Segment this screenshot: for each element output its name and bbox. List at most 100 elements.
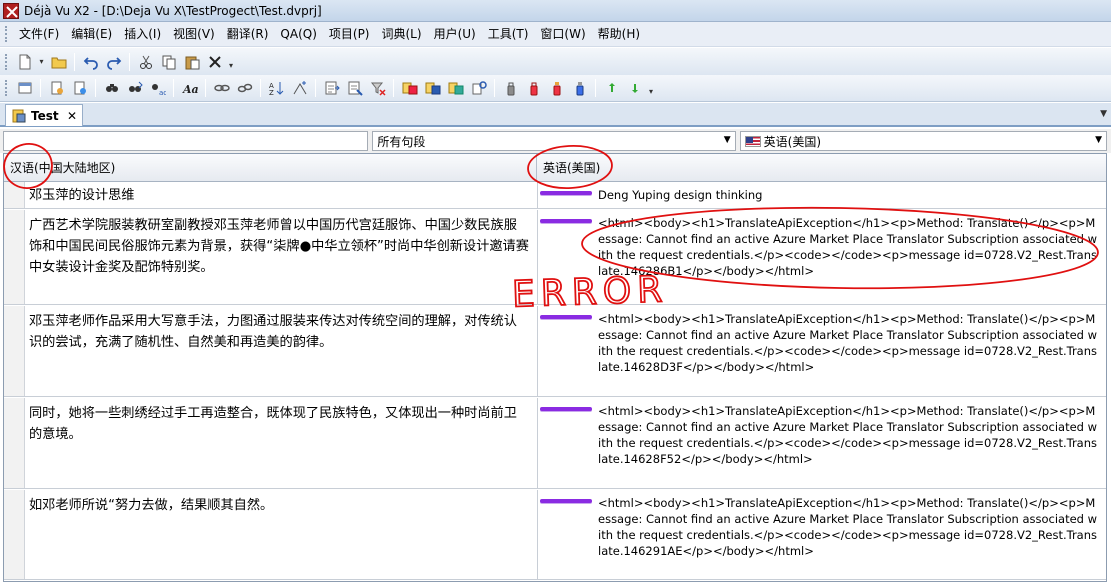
project-properties-icon[interactable] [15,78,35,98]
project-file-icon [11,108,27,124]
row-gutter[interactable] [4,306,25,396]
row-gutter[interactable] [4,490,25,579]
source-cell[interactable]: 广西艺术学院服装教研室副教授邓玉萍老师曾以中国历代宫廷服饰、中国少数民族服饰和中… [29,215,529,278]
toolbar-grip[interactable] [5,80,9,96]
toolbar-separator [393,79,394,97]
find-icon[interactable] [102,78,122,98]
unlock-all-icon[interactable] [570,78,590,98]
toolbar-overflow-icon[interactable]: ▾ [226,52,236,72]
menu-project[interactable]: 项目(P) [323,24,376,44]
segment-status-bar [540,315,592,319]
assemble-icon[interactable] [423,78,443,98]
source-cell[interactable]: 邓玉萍老师作品采用大写意手法，力图通过服装来传达对传统空间的理解，对传统认识的尝… [29,311,529,353]
import-icon[interactable] [47,78,67,98]
menu-edit[interactable]: 编辑(E) [65,24,118,44]
clear-filter-icon[interactable] [368,78,388,98]
svg-text:ac: ac [159,89,166,96]
unlock-icon[interactable] [547,78,567,98]
toolbar-separator [74,52,75,71]
translation-grid: 汉语(中国大陆地区) 英语(美国) 邓玉萍的设计思维 Deng Yuping d… [3,153,1107,582]
chevron-down-icon: ▼ [723,135,731,145]
toolbar-grip[interactable] [5,53,9,70]
lock-icon[interactable] [501,78,521,98]
menu-tools[interactable]: 工具(T) [482,24,535,44]
segment-row[interactable]: 广西艺术学院服装教研室副教授邓玉萍老师曾以中国历代宫廷服饰、中国少数民族服饰和中… [4,210,1106,305]
scan-icon[interactable] [469,78,489,98]
redo-icon[interactable] [104,52,124,72]
undo-icon[interactable] [81,52,101,72]
new-file-icon[interactable] [15,52,35,72]
paste-icon[interactable] [182,52,202,72]
segment-row[interactable]: 如邓老师所说“努力去做，结果顺其自然。 <html><body><h1>Tran… [4,490,1106,580]
close-icon[interactable]: ✕ [67,109,77,123]
link-icon[interactable] [212,78,232,98]
segment-status-bar [540,407,592,411]
cut-icon[interactable] [136,52,156,72]
font-icon[interactable]: Aa [180,78,200,98]
menu-qa[interactable]: QA(Q) [274,24,322,44]
unlink-icon[interactable] [235,78,255,98]
tab-test[interactable]: Test ✕ [5,104,83,126]
row-gutter[interactable] [4,182,25,208]
segment-filter-value: 所有句段 [377,134,426,149]
source-cell[interactable]: 如邓老师所说“努力去做，结果顺其自然。 [29,495,529,516]
segment-row[interactable]: 邓玉萍的设计思维 Deng Yuping design thinking [4,182,1106,209]
replace-icon[interactable]: ac [148,78,168,98]
export-icon[interactable] [70,78,90,98]
toolbar-separator [260,79,261,97]
column-divider [537,210,538,304]
open-folder-icon[interactable] [49,52,69,72]
menu-insert[interactable]: 插入(I) [118,24,167,44]
tab-list-dropdown-icon[interactable]: ▼ [1100,109,1107,119]
svg-text:Aa: Aa [182,83,198,96]
menu-user[interactable]: 用户(U) [428,24,482,44]
segment-filter-select[interactable]: 所有句段 ▼ [372,131,736,151]
tab-label: Test [31,108,59,123]
pretranslate-icon[interactable] [322,78,342,98]
copy-icon[interactable] [159,52,179,72]
column-divider [537,306,538,396]
new-dropdown-icon[interactable]: ▾ [38,52,46,72]
menu-file[interactable]: 文件(F) [13,24,65,44]
segment-status-bar [540,499,592,503]
menu-translate[interactable]: 翻译(R) [221,24,275,44]
target-cell[interactable]: <html><body><h1>TranslateApiException</h… [598,403,1098,467]
toolbar-overflow-icon[interactable]: ▾ [646,78,656,98]
segment-row[interactable]: 邓玉萍老师作品采用大写意手法，力图通过服装来传达对传统空间的理解，对传统认识的尝… [4,306,1106,397]
toolbar-separator [205,79,206,97]
target-cell[interactable]: <html><body><h1>TranslateApiException</h… [598,495,1098,559]
menu-window[interactable]: 窗口(W) [534,24,591,44]
menu-help[interactable]: 帮助(H) [592,24,646,44]
standard-toolbar: ▾ ▾ [0,48,1111,75]
menu-dictionary[interactable]: 词典(L) [376,24,428,44]
segment-row[interactable]: 同时，她将一些刺绣经过手工再造整合，既体现了民族特色，又体现出一种时尚前卫的意境… [4,398,1106,489]
lookup-icon[interactable] [400,78,420,98]
row-gutter[interactable] [4,398,25,488]
delete-icon[interactable] [205,52,225,72]
source-cell[interactable]: 同时，她将一些刺绣经过手工再造整合，既体现了民族特色，又体现出一种时尚前卫的意境… [29,403,529,445]
menu-grip[interactable] [5,26,9,42]
segment-status-bar [540,219,592,223]
source-cell[interactable]: 邓玉萍的设计思维 [29,185,529,206]
toolbar-separator [129,52,130,71]
sort-ascending-icon[interactable]: AZ [267,78,287,98]
previous-segment-icon[interactable] [625,78,645,98]
target-cell[interactable]: <html><body><h1>TranslateApiException</h… [598,311,1098,375]
target-cell[interactable]: <html><body><h1>TranslateApiException</h… [598,215,1098,279]
toolbar-separator [494,79,495,97]
menu-view[interactable]: 视图(V) [167,24,221,44]
target-language-select[interactable]: 英语(美国) ▼ [739,131,1107,151]
translation-toolbar: ac Aa AZ ▾ [0,75,1111,102]
search-input[interactable] [3,131,369,151]
autotranslate-icon[interactable] [345,78,365,98]
next-segment-icon[interactable] [602,78,622,98]
sort-descending-icon[interactable] [290,78,310,98]
target-language-header[interactable]: 英语(美国) [537,154,1106,182]
toolbar-separator [95,79,96,97]
row-gutter[interactable] [4,210,25,304]
lock-all-icon[interactable] [524,78,544,98]
find-next-icon[interactable] [125,78,145,98]
propagate-icon[interactable] [446,78,466,98]
target-cell[interactable]: Deng Yuping design thinking [598,187,1098,203]
source-language-header[interactable]: 汉语(中国大陆地区) [4,154,537,182]
